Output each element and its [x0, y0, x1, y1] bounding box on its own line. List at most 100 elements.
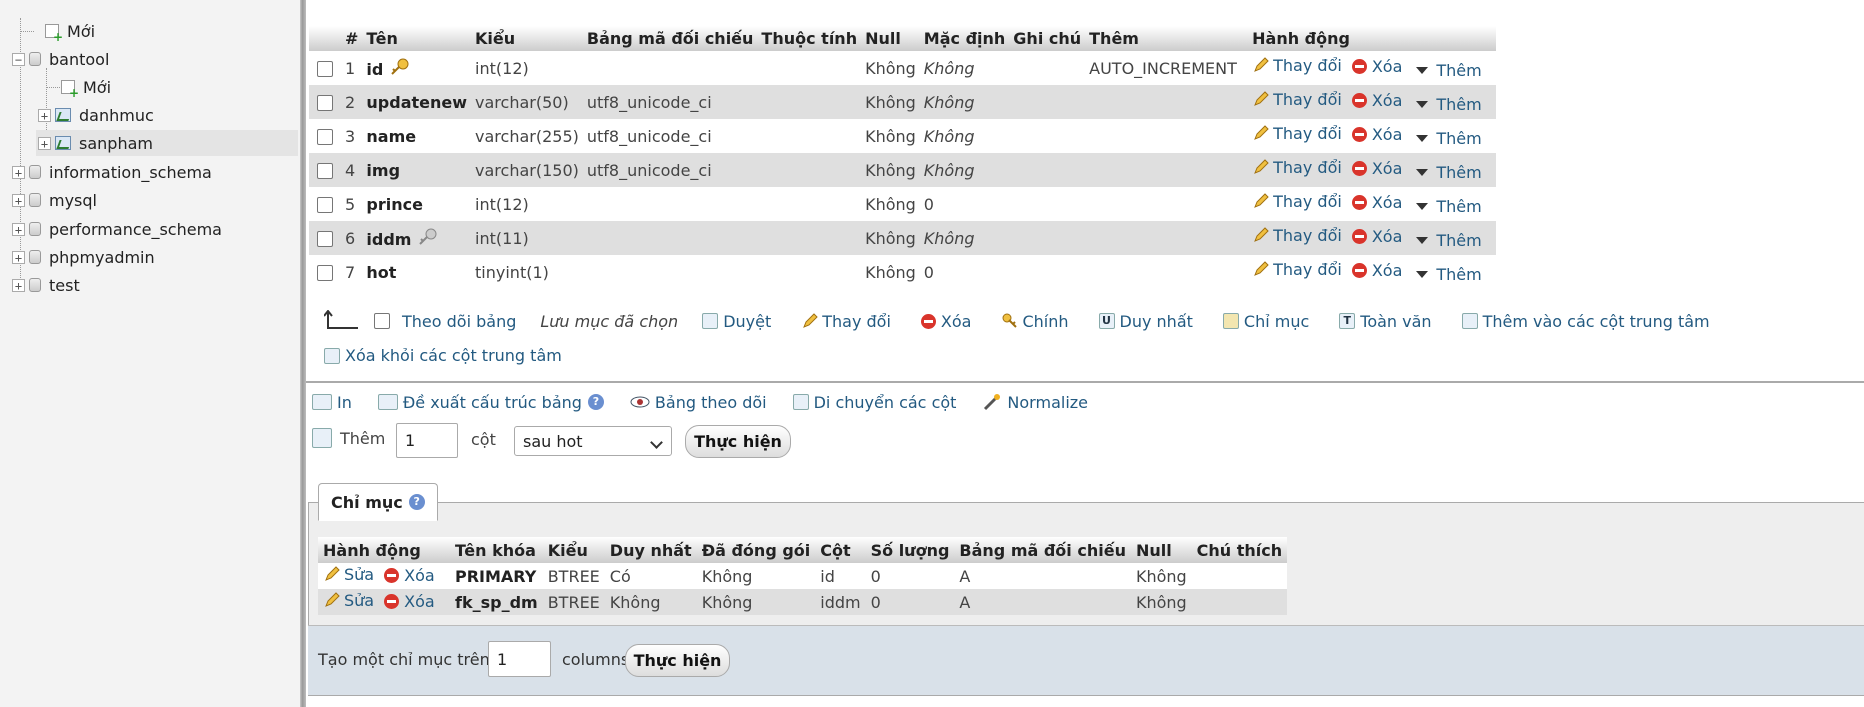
more-actions-button[interactable]: Thêm: [1412, 231, 1482, 251]
expand-icon[interactable]: +: [12, 250, 25, 264]
extra-cell: [1085, 153, 1249, 187]
unique-button[interactable]: U Duy nhất: [1098, 312, 1193, 331]
column-header[interactable]: Ghi chú: [1009, 26, 1086, 51]
column-header[interactable]: Mặc định: [919, 26, 1010, 51]
help-icon[interactable]: ?: [408, 494, 425, 510]
more-actions-button[interactable]: Thêm: [1412, 129, 1482, 148]
check-all-checkbox[interactable]: [374, 313, 390, 329]
row-checkbox[interactable]: [317, 197, 333, 213]
normalize-link[interactable]: Normalize: [982, 392, 1088, 412]
create-index-count-input[interactable]: 1: [488, 641, 551, 677]
expand-icon[interactable]: +: [12, 278, 25, 292]
tree-item-sanpham[interactable]: + sanpham: [36, 130, 298, 156]
column-header[interactable]: Tên: [362, 26, 472, 51]
change-column-button[interactable]: Thay đổi: [1252, 226, 1342, 245]
track-label: Bảng theo dõi: [654, 392, 767, 412]
edit-index-button[interactable]: Sửa: [323, 565, 374, 584]
drop-column-button[interactable]: Xóa: [1351, 91, 1402, 110]
expand-icon[interactable]: +: [12, 165, 25, 179]
tree-item-performance-schema[interactable]: + performance_schema: [12, 216, 222, 242]
add-central-columns-button[interactable]: Thêm vào các cột trung tâm: [1461, 312, 1710, 331]
more-actions-button[interactable]: Thêm: [1412, 61, 1482, 80]
propose-label: Đề xuất cấu trúc bảng: [402, 392, 582, 412]
column-header[interactable]: Kiểu: [471, 26, 583, 51]
track-table-link[interactable]: Bảng theo dõi: [630, 393, 767, 412]
more-actions-button[interactable]: Thêm: [1412, 95, 1482, 114]
chevron-down-icon: [650, 436, 663, 449]
row-checkbox[interactable]: [317, 231, 333, 247]
field-name[interactable]: id: [366, 60, 383, 79]
change-column-button[interactable]: Thay đổi: [1252, 158, 1342, 177]
browse-button[interactable]: Duyệt: [702, 312, 771, 331]
tree-item-test[interactable]: + test: [12, 272, 80, 298]
sidebar-resize-handle[interactable]: [300, 0, 306, 707]
drop-selected-button[interactable]: Xóa: [920, 312, 971, 331]
expand-icon[interactable]: +: [12, 193, 25, 207]
column-header[interactable]: Bảng mã đối chiếu: [582, 26, 758, 51]
change-column-button[interactable]: Thay đổi: [1252, 260, 1342, 279]
row-actions-cell: Thay đổi Xóa Thêm: [1248, 153, 1496, 187]
column-header[interactable]: Thêm: [1085, 26, 1249, 51]
row-checkbox[interactable]: [317, 95, 333, 111]
change-column-button[interactable]: Thay đổi: [1252, 124, 1342, 143]
drop-column-button[interactable]: Xóa: [1351, 57, 1402, 76]
create-index-go-button[interactable]: Thực hiện: [625, 644, 730, 677]
column-header[interactable]: Null: [861, 26, 920, 51]
field-name[interactable]: updatenew: [366, 93, 467, 112]
drop-column-button[interactable]: Xóa: [1351, 193, 1402, 212]
more-label: Thêm: [1436, 231, 1482, 251]
field-name[interactable]: img: [366, 161, 400, 180]
change-column-button[interactable]: Thay đổi: [1252, 192, 1342, 211]
tree-item-bantool[interactable]: − bantool: [12, 46, 109, 72]
remove-central-columns-button[interactable]: Xóa khỏi các cột trung tâm: [324, 346, 562, 365]
null-cell: Không: [861, 255, 920, 289]
expand-icon[interactable]: +: [38, 136, 51, 150]
row-number: 5: [341, 187, 363, 221]
attributes-cell: [757, 119, 862, 153]
row-checkbox[interactable]: [317, 129, 333, 145]
propose-structure-link[interactable]: Đề xuất cấu trúc bảng?: [377, 392, 604, 412]
row-checkbox[interactable]: [317, 265, 333, 281]
drop-index-button[interactable]: Xóa: [384, 592, 435, 611]
column-header[interactable]: Thuộc tính: [757, 26, 862, 51]
drop-column-button[interactable]: Xóa: [1351, 227, 1402, 246]
change-column-button[interactable]: Thay đổi: [1252, 56, 1342, 75]
index-button[interactable]: Chỉ mục: [1222, 312, 1309, 331]
field-name[interactable]: name: [366, 127, 416, 146]
add-column-go-button[interactable]: Thực hiện: [685, 425, 791, 458]
edit-index-button[interactable]: Sửa: [323, 591, 374, 610]
row-checkbox[interactable]: [317, 163, 333, 179]
drop-column-button[interactable]: Xóa: [1351, 261, 1402, 280]
field-name[interactable]: iddm: [366, 230, 411, 249]
drop-index-button[interactable]: Xóa: [384, 566, 435, 585]
more-actions-button[interactable]: Thêm: [1412, 265, 1482, 284]
tree-label: information_schema: [49, 162, 212, 182]
indexes-tab[interactable]: Chỉ mục?: [318, 483, 438, 521]
add-column-count-input[interactable]: 1: [396, 423, 458, 458]
expand-icon[interactable]: +: [38, 108, 51, 122]
tree-item-danhmuc[interactable]: + danhmuc: [38, 102, 154, 128]
field-name[interactable]: prince: [366, 195, 423, 214]
change-column-button[interactable]: Thay đổi: [1252, 90, 1342, 109]
collapse-icon[interactable]: −: [12, 52, 25, 66]
tree-item-information-schema[interactable]: + information_schema: [12, 159, 212, 185]
change-selected-button[interactable]: Thay đổi: [801, 312, 891, 331]
tree-item-new-table[interactable]: Mới: [44, 74, 111, 100]
primary-key-button[interactable]: Chính: [1001, 312, 1069, 331]
expand-icon[interactable]: +: [12, 222, 25, 236]
fulltext-button[interactable]: T Toàn văn: [1339, 312, 1432, 331]
more-actions-button[interactable]: Thêm: [1412, 163, 1482, 182]
tree-item-new-db[interactable]: Mới: [28, 18, 95, 44]
drop-column-button[interactable]: Xóa: [1351, 159, 1402, 178]
tree-item-mysql[interactable]: + mysql: [12, 187, 97, 213]
check-all-label[interactable]: Theo dõi bảng: [402, 312, 516, 331]
tree-item-phpmyadmin[interactable]: + phpmyadmin: [12, 244, 155, 270]
print-link[interactable]: In: [312, 393, 352, 412]
drop-column-button[interactable]: Xóa: [1351, 125, 1402, 144]
row-checkbox[interactable]: [317, 61, 333, 77]
field-name[interactable]: hot: [366, 263, 396, 282]
column-position-select[interactable]: sau hot: [514, 426, 672, 456]
move-columns-link[interactable]: Di chuyển các cột: [792, 393, 956, 412]
more-actions-button[interactable]: Thêm: [1412, 197, 1482, 216]
help-icon[interactable]: ?: [587, 394, 604, 410]
